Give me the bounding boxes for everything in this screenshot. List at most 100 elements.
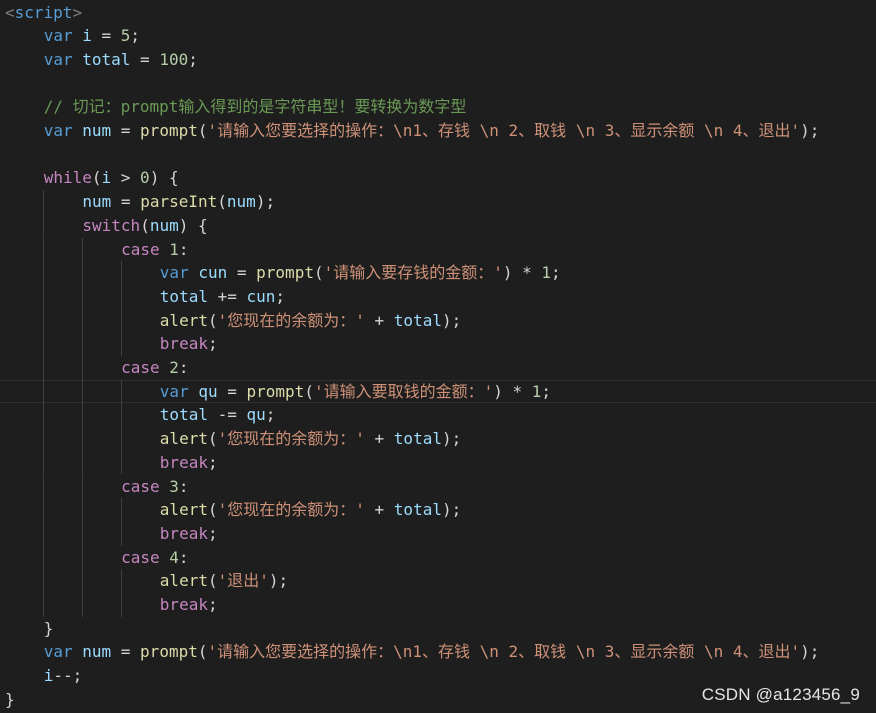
code-token: prompt xyxy=(256,263,314,283)
indent-guide xyxy=(81,450,83,475)
code-token: var xyxy=(159,263,189,283)
code-token: alert xyxy=(159,429,208,449)
indent-guide xyxy=(81,261,83,285)
code-token: case xyxy=(121,358,160,377)
code-line[interactable]: case 3: xyxy=(0,474,876,499)
code-token: ; xyxy=(207,595,218,614)
code-line[interactable]: var num = prompt('请输入您要选择的操作：\n1、存钱 \n 2… xyxy=(0,119,876,143)
indent-guide xyxy=(43,261,45,285)
indent-guide xyxy=(43,379,45,404)
code-text: // 切记：prompt输入得到的是字符串型！要转换为数字型 xyxy=(44,95,467,119)
code-line[interactable]: var cun = prompt('请输入要存钱的金额：') * 1; xyxy=(0,261,876,285)
code-text: num = parseInt(num); xyxy=(82,190,275,214)
code-token: num xyxy=(82,642,112,662)
code-token: 0 xyxy=(140,168,150,188)
code-token: // 切记：prompt输入得到的是字符串型！要转换为数字型 xyxy=(43,97,467,117)
code-line[interactable]: <script> xyxy=(0,1,876,25)
code-token: ; xyxy=(275,286,286,306)
indent-guide xyxy=(81,593,83,617)
code-text: break; xyxy=(160,451,218,475)
code-line[interactable]: switch(num) { xyxy=(0,213,876,238)
code-line[interactable]: var total = 100; xyxy=(0,48,876,72)
code-line[interactable]: var qu = prompt('请输入要取钱的金额：') * 1; xyxy=(0,379,876,404)
indent-guide xyxy=(81,356,83,380)
code-line[interactable] xyxy=(0,72,876,96)
code-text: total -= qu; xyxy=(160,403,276,427)
code-token: 1 xyxy=(169,239,179,259)
code-token: prompt xyxy=(140,642,198,662)
code-token: = xyxy=(217,381,247,401)
indent-guide xyxy=(43,332,45,356)
code-line[interactable] xyxy=(0,143,876,167)
indent-guide xyxy=(43,284,45,309)
code-token: break xyxy=(159,452,208,472)
code-token: '您现在的余额为：' xyxy=(217,310,365,330)
code-line[interactable]: break; xyxy=(0,521,876,546)
code-token: ) * xyxy=(502,263,542,283)
code-token: '请输入要存钱的金额：' xyxy=(323,263,503,283)
indent-guide xyxy=(81,545,83,570)
indent-guide xyxy=(81,521,83,546)
code-text: alert('您现在的余额为：' + total); xyxy=(160,309,461,333)
code-token: + xyxy=(364,429,394,449)
indent-guide xyxy=(43,498,45,522)
code-token: total xyxy=(393,429,442,449)
code-token: break xyxy=(159,523,208,543)
code-line[interactable]: var num = prompt('请输入您要选择的操作：\n1、存钱 \n 2… xyxy=(0,640,876,664)
code-line[interactable]: num = parseInt(num); xyxy=(0,190,876,214)
code-token: total xyxy=(393,500,442,520)
code-token: 1 xyxy=(531,381,542,401)
code-token: : xyxy=(178,239,189,259)
code-token: -= xyxy=(207,405,247,425)
code-token: ; xyxy=(207,452,218,472)
code-token: '退出' xyxy=(217,571,269,591)
csdn-watermark: CSDN @a123456_9 xyxy=(701,685,860,704)
code-line[interactable]: case 4: xyxy=(0,545,876,570)
code-token: 4 xyxy=(169,547,179,567)
indent-guide xyxy=(43,308,45,333)
code-token: ( xyxy=(207,429,218,449)
code-line[interactable]: alert('您现在的余额为：' + total); xyxy=(0,498,876,522)
indent-guide xyxy=(81,474,83,499)
code-line[interactable]: total -= qu; xyxy=(0,403,876,428)
code-token: while xyxy=(43,168,92,188)
code-line[interactable]: var i = 5; xyxy=(0,24,876,48)
code-line[interactable]: } xyxy=(0,617,876,641)
code-token: i xyxy=(43,666,54,686)
indent-guide xyxy=(81,332,83,356)
code-token: script xyxy=(14,2,73,22)
code-line[interactable]: break; xyxy=(0,450,876,475)
code-token: : xyxy=(178,547,189,567)
code-token: total xyxy=(159,405,208,425)
code-line[interactable]: break; xyxy=(0,593,876,617)
code-line[interactable]: while(i > 0) { xyxy=(0,166,876,190)
code-line[interactable]: case 1: xyxy=(0,237,876,262)
code-text: i--; xyxy=(44,664,83,688)
code-line[interactable]: // 切记：prompt输入得到的是字符串型！要转换为数字型 xyxy=(0,95,876,119)
code-token: = xyxy=(130,49,160,69)
code-token: } xyxy=(5,689,15,709)
code-line[interactable]: alert('您现在的余额为：' + total); xyxy=(0,427,876,451)
code-text: var cun = prompt('请输入要存钱的金额：') * 1; xyxy=(160,261,561,285)
code-text: while(i > 0) { xyxy=(44,166,179,190)
code-line[interactable]: case 2: xyxy=(0,356,876,380)
code-token: : xyxy=(178,358,189,377)
code-line[interactable]: break; xyxy=(0,332,876,356)
code-text: case 1: xyxy=(121,238,188,262)
code-token: > xyxy=(111,168,141,188)
code-line[interactable]: alert('您现在的余额为：' + total); xyxy=(0,308,876,333)
code-token: < xyxy=(5,2,15,22)
code-line[interactable]: total += cun; xyxy=(0,284,876,309)
code-editor[interactable]: <script> var i = 5; var total = 100;// 切记：… xyxy=(0,0,876,713)
indent-guide xyxy=(81,237,83,262)
indent-guide xyxy=(81,284,83,309)
code-line[interactable]: alert('退出'); xyxy=(0,569,876,593)
indent-guide xyxy=(120,261,122,285)
code-text: switch(num) { xyxy=(82,214,207,238)
code-token: ) { xyxy=(149,168,179,188)
code-text: <script> xyxy=(5,1,82,25)
code-token: num xyxy=(82,121,112,140)
code-token: + xyxy=(364,310,394,330)
